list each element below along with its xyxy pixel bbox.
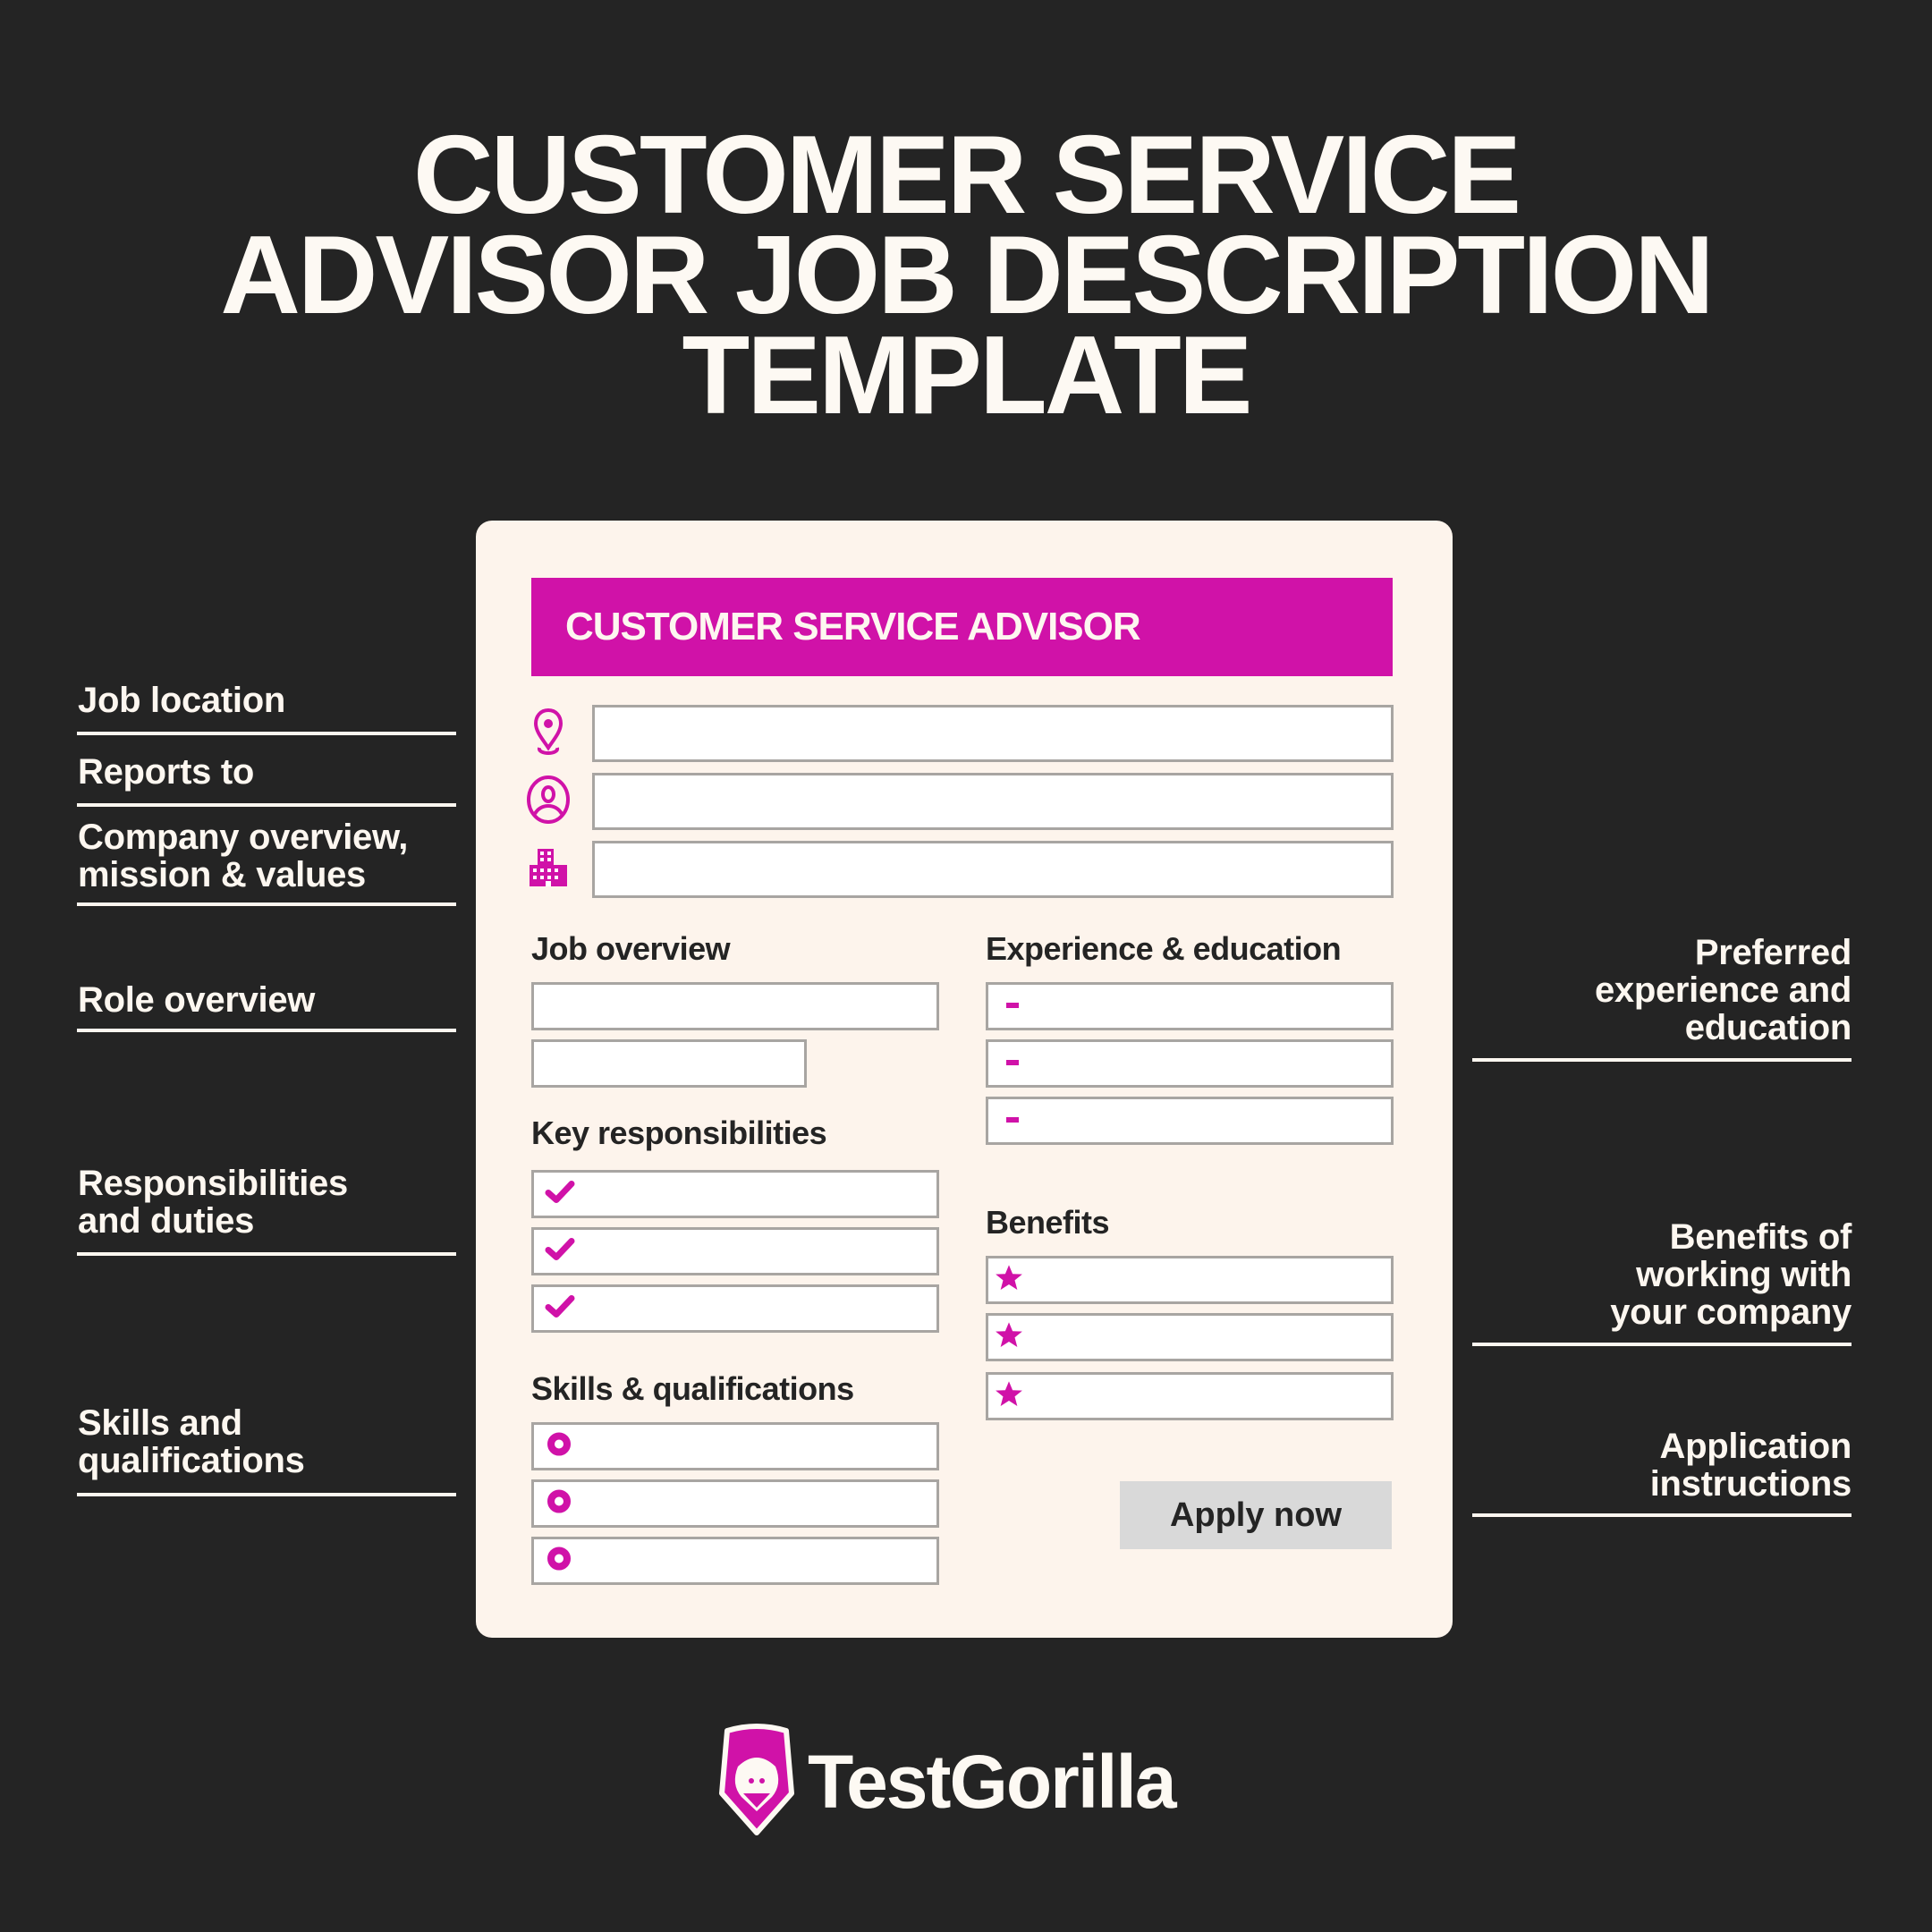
job-location-field[interactable]: [592, 705, 1394, 762]
title-line: TEMPLATE: [682, 314, 1253, 437]
divider: [77, 902, 456, 906]
check-icon: [545, 1294, 575, 1324]
skill-field[interactable]: [531, 1479, 939, 1528]
section-heading-benefits: Benefits: [986, 1204, 1110, 1241]
divider: [77, 732, 456, 735]
label-job-location: Job location: [78, 681, 285, 720]
ring-icon: [547, 1489, 572, 1519]
title-line: CUSTOMER SERVICE: [413, 114, 1521, 237]
label-skills: Skills and qualifications: [78, 1403, 305, 1480]
user-circle-icon: [526, 773, 571, 826]
dash-icon: [1006, 1055, 1021, 1072]
divider: [1472, 1058, 1852, 1062]
location-pin-icon: [530, 705, 567, 762]
experience-field[interactable]: [986, 1097, 1394, 1145]
label-application-instructions: Application instructions: [1649, 1427, 1852, 1504]
experience-field[interactable]: [986, 982, 1394, 1030]
page-title: CUSTOMER SERVICE ADVISOR JOB DESCRIPTION…: [0, 114, 1932, 437]
section-heading-key-responsibilities: Key responsibilities: [531, 1114, 827, 1151]
title-line: ADVISOR JOB DESCRIPTION: [220, 214, 1714, 337]
divider: [77, 1252, 456, 1256]
company-overview-field[interactable]: [592, 841, 1394, 898]
benefit-field[interactable]: [986, 1256, 1394, 1304]
dash-icon: [1006, 998, 1021, 1014]
testgorilla-logo: TestGorilla: [718, 1722, 1177, 1843]
label-responsibilities: Responsibilities and duties: [78, 1164, 348, 1241]
label-benefits: Benefits of working with your company: [1610, 1217, 1852, 1332]
reports-to-field[interactable]: [592, 773, 1394, 830]
star-icon: [994, 1263, 1024, 1298]
skill-field[interactable]: [531, 1537, 939, 1585]
label-role-overview: Role overview: [78, 980, 316, 1020]
job-title: CUSTOMER SERVICE ADVISOR: [565, 605, 1141, 648]
benefit-field[interactable]: [986, 1372, 1394, 1420]
gorilla-icon: [718, 1722, 795, 1843]
benefit-field[interactable]: [986, 1313, 1394, 1361]
dash-icon: [1006, 1113, 1021, 1129]
job-title-banner: CUSTOMER SERVICE ADVISOR: [531, 578, 1393, 676]
star-icon: [994, 1320, 1024, 1355]
check-icon: [545, 1237, 575, 1267]
divider: [77, 1029, 456, 1032]
job-overview-field[interactable]: [531, 1039, 807, 1088]
check-icon: [545, 1180, 575, 1209]
responsibility-field[interactable]: [531, 1170, 939, 1218]
ring-icon: [547, 1546, 572, 1576]
divider: [1472, 1513, 1852, 1517]
divider: [1472, 1343, 1852, 1346]
experience-field[interactable]: [986, 1039, 1394, 1088]
star-icon: [994, 1379, 1024, 1414]
responsibility-field[interactable]: [531, 1227, 939, 1275]
job-description-card: CUSTOMER SERVICE ADVISOR Job overview Ke…: [476, 521, 1453, 1638]
job-overview-field[interactable]: [531, 982, 939, 1030]
label-preferred-experience: Preferred experience and education: [1594, 933, 1852, 1047]
building-icon: [526, 844, 571, 891]
brand-name: TestGorilla: [808, 1740, 1177, 1824]
divider: [77, 1493, 456, 1496]
label-reports-to: Reports to: [78, 752, 255, 792]
section-heading-skills: Skills & qualifications: [531, 1370, 854, 1407]
skill-field[interactable]: [531, 1422, 939, 1470]
ring-icon: [547, 1432, 572, 1462]
apply-now-button[interactable]: Apply now: [1120, 1481, 1392, 1549]
section-heading-job-overview: Job overview: [531, 930, 731, 967]
section-heading-experience: Experience & education: [986, 930, 1342, 967]
divider: [77, 803, 456, 807]
label-company-overview: Company overview, mission & values: [78, 818, 409, 894]
responsibility-field[interactable]: [531, 1284, 939, 1333]
